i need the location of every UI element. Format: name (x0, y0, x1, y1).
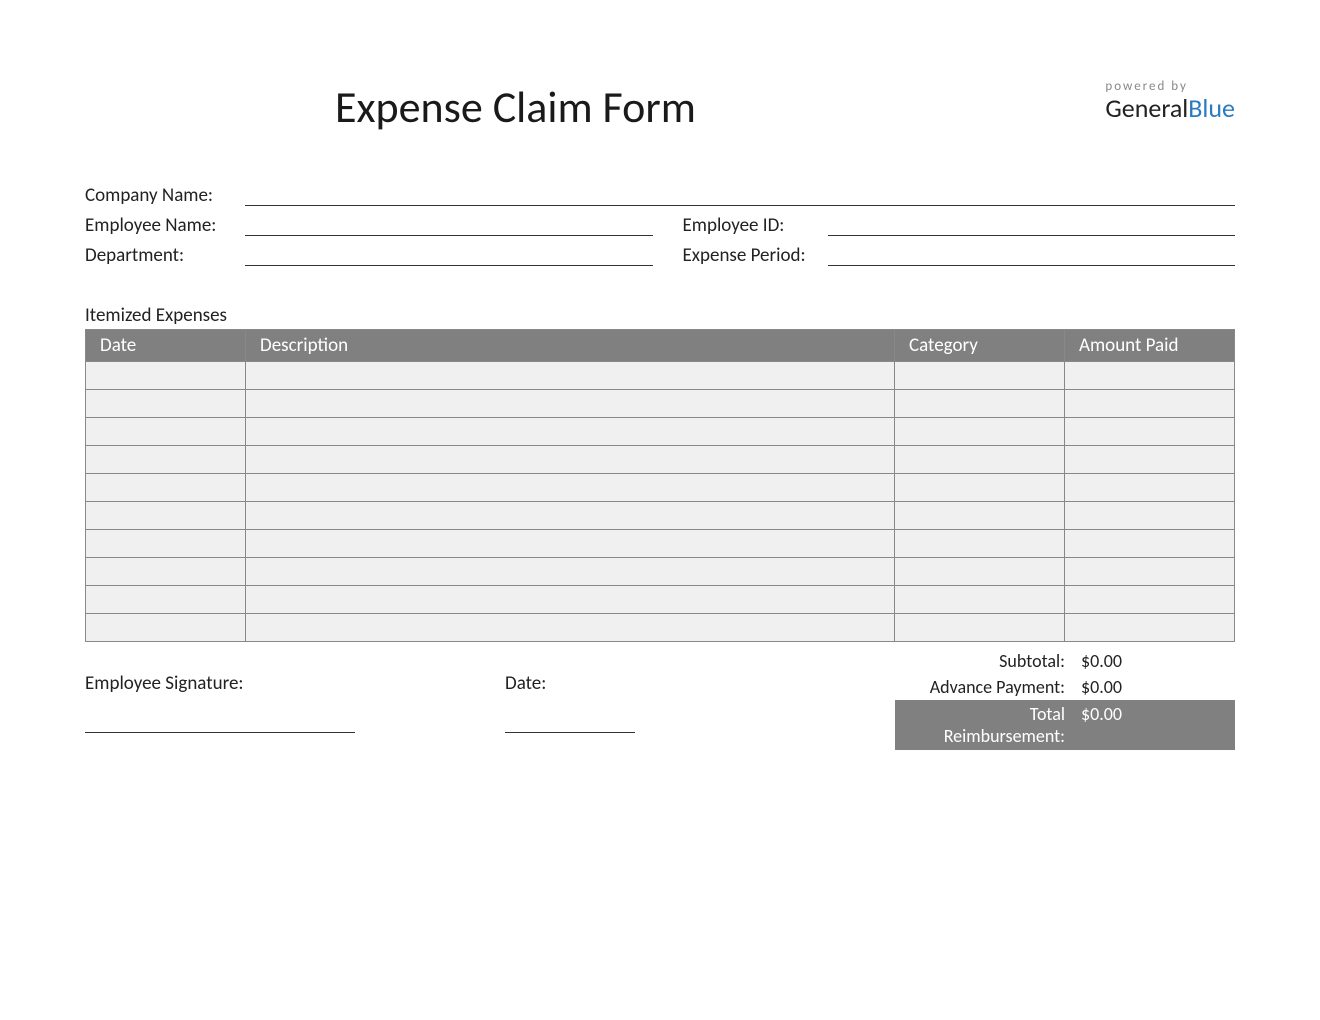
bottom-section: Employee Signature: Date: Subtotal: $0.0… (85, 648, 1235, 750)
cell-description[interactable] (246, 362, 895, 390)
subtotal-row: Subtotal: $0.00 (895, 648, 1235, 674)
cell-amount[interactable] (1065, 586, 1235, 614)
company-input[interactable] (245, 184, 1235, 206)
expense-period-input[interactable] (828, 244, 1236, 266)
cell-category[interactable] (895, 390, 1065, 418)
cell-amount[interactable] (1065, 530, 1235, 558)
cell-description[interactable] (246, 614, 895, 642)
expense-table: Date Description Category Amount Paid (85, 329, 1235, 642)
table-header-row: Date Description Category Amount Paid (86, 330, 1235, 362)
company-row: Company Name: (85, 184, 1235, 208)
table-row (86, 586, 1235, 614)
header-amount: Amount Paid (1065, 330, 1235, 362)
cell-description[interactable] (246, 474, 895, 502)
cell-category[interactable] (895, 446, 1065, 474)
signature-date-input[interactable] (505, 699, 635, 733)
cell-amount[interactable] (1065, 418, 1235, 446)
cell-amount[interactable] (1065, 614, 1235, 642)
info-section: Company Name: Employee Name: Employee ID… (85, 184, 1235, 268)
cell-date[interactable] (86, 418, 246, 446)
employee-id-label: Employee ID: (683, 214, 828, 238)
department-input[interactable] (245, 244, 653, 266)
employee-label: Employee Name: (85, 214, 245, 238)
department-label: Department: (85, 244, 245, 268)
cell-description[interactable] (246, 446, 895, 474)
signature-date-label: Date: (505, 672, 546, 695)
cell-date[interactable] (86, 502, 246, 530)
subtotal-value: $0.00 (1075, 650, 1225, 672)
cell-category[interactable] (895, 614, 1065, 642)
advance-label: Advance Payment: (905, 676, 1075, 698)
header-category: Category (895, 330, 1065, 362)
cell-amount[interactable] (1065, 474, 1235, 502)
cell-description[interactable] (246, 558, 895, 586)
table-row (86, 614, 1235, 642)
cell-amount[interactable] (1065, 390, 1235, 418)
table-row (86, 530, 1235, 558)
employee-signature-label: Employee Signature: (85, 672, 244, 695)
cell-date[interactable] (86, 530, 246, 558)
expense-period-label: Expense Period: (683, 244, 828, 268)
table-row (86, 362, 1235, 390)
advance-row: Advance Payment: $0.00 (895, 674, 1235, 700)
cell-description[interactable] (246, 530, 895, 558)
employee-signature-input[interactable] (85, 699, 355, 733)
advance-value: $0.00 (1075, 676, 1225, 698)
subtotal-label: Subtotal: (905, 650, 1075, 672)
employee-row: Employee Name: Employee ID: (85, 214, 1235, 238)
form-header: Expense Claim Form powered by GeneralBlu… (85, 80, 1235, 134)
employee-signature-block: Employee Signature: (85, 672, 355, 750)
total-value: $0.00 (1075, 703, 1225, 747)
cell-category[interactable] (895, 586, 1065, 614)
total-label: Total Reimbursement: (905, 703, 1075, 747)
brand-name: GeneralBlue (1105, 92, 1235, 124)
cell-category[interactable] (895, 474, 1065, 502)
cell-category[interactable] (895, 418, 1065, 446)
cell-description[interactable] (246, 502, 895, 530)
table-row (86, 418, 1235, 446)
cell-date[interactable] (86, 558, 246, 586)
cell-amount[interactable] (1065, 558, 1235, 586)
cell-amount[interactable] (1065, 502, 1235, 530)
table-row (86, 502, 1235, 530)
cell-date[interactable] (86, 614, 246, 642)
table-row (86, 558, 1235, 586)
header-description: Description (246, 330, 895, 362)
cell-date[interactable] (86, 362, 246, 390)
cell-category[interactable] (895, 362, 1065, 390)
cell-category[interactable] (895, 530, 1065, 558)
cell-description[interactable] (246, 418, 895, 446)
employee-input[interactable] (245, 214, 653, 236)
company-label: Company Name: (85, 184, 245, 208)
itemized-title: Itemized Expenses (85, 304, 1235, 327)
cell-description[interactable] (246, 586, 895, 614)
header-date: Date (86, 330, 246, 362)
table-row (86, 474, 1235, 502)
brand-part1: General (1105, 92, 1188, 124)
table-row (86, 446, 1235, 474)
cell-date[interactable] (86, 446, 246, 474)
table-row (86, 390, 1235, 418)
cell-date[interactable] (86, 586, 246, 614)
department-row: Department: Expense Period: (85, 244, 1235, 268)
cell-date[interactable] (86, 390, 246, 418)
cell-category[interactable] (895, 558, 1065, 586)
cell-amount[interactable] (1065, 362, 1235, 390)
form-title: Expense Claim Form (335, 80, 696, 134)
signature-area: Employee Signature: Date: (85, 648, 895, 750)
cell-category[interactable] (895, 502, 1065, 530)
cell-date[interactable] (86, 474, 246, 502)
signature-date-block: Date: (505, 672, 635, 750)
total-reimbursement-row: Total Reimbursement: $0.00 (895, 700, 1235, 750)
brand-part2: Blue (1188, 92, 1235, 124)
cell-description[interactable] (246, 390, 895, 418)
brand-block: powered by GeneralBlue (1105, 79, 1235, 124)
cell-amount[interactable] (1065, 446, 1235, 474)
employee-id-input[interactable] (828, 214, 1236, 236)
totals-block: Subtotal: $0.00 Advance Payment: $0.00 T… (895, 648, 1235, 750)
